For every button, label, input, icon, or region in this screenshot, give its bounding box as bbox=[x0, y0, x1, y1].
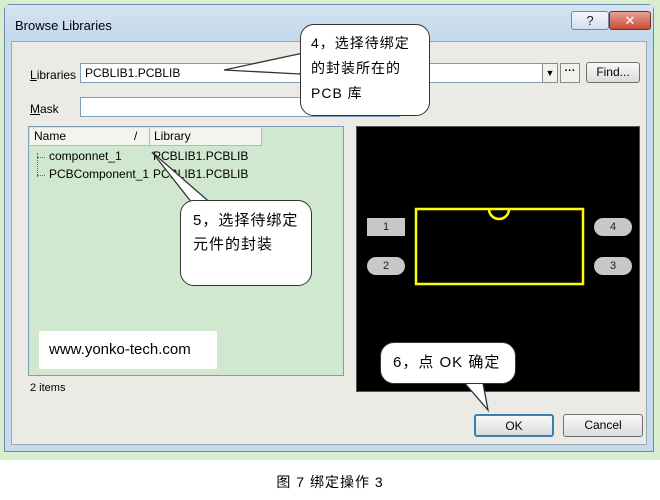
callout-6: 6，点 OK 确定 bbox=[380, 342, 516, 384]
watermark-text: www.yonko-tech.com bbox=[39, 331, 217, 369]
list-item-name[interactable]: componnet_1 bbox=[49, 149, 122, 163]
list-item-library[interactable]: PCBLIB1.PCBLIB bbox=[153, 167, 248, 181]
close-button[interactable]: ✕ bbox=[609, 11, 651, 30]
sort-indicator-icon: / bbox=[134, 129, 138, 143]
find-button-label: Find... bbox=[596, 65, 630, 79]
list-item-name[interactable]: PCBComponent_1 bbox=[49, 167, 149, 181]
callout-4: 4，选择待绑定的封装所在的 PCB 库 bbox=[300, 24, 430, 116]
help-button[interactable]: ? bbox=[571, 11, 609, 30]
column-header-library[interactable]: Library bbox=[150, 128, 262, 146]
mask-label: Mask bbox=[30, 102, 59, 116]
browse-libraries-button[interactable]: ··· bbox=[560, 63, 580, 83]
ellipsis-icon: ··· bbox=[564, 65, 576, 77]
column-name-label: Name bbox=[34, 129, 67, 143]
callout-5: 5，选择待绑定元件的封装 bbox=[180, 200, 312, 286]
chevron-down-icon: ▼ bbox=[545, 68, 555, 78]
libraries-dropdown-button[interactable]: ▼ bbox=[542, 63, 558, 83]
tree-branch bbox=[37, 157, 45, 158]
libraries-label: Libraries bbox=[30, 68, 77, 82]
outline-rect bbox=[414, 207, 585, 286]
column-header-name[interactable]: Name / bbox=[30, 128, 150, 146]
find-button[interactable]: Find... bbox=[586, 62, 640, 83]
window-title: Browse Libraries bbox=[15, 18, 112, 33]
list-item-library[interactable]: PCBLIB1.PCBLIB bbox=[153, 149, 248, 163]
pin1-notch bbox=[487, 208, 511, 221]
item-count: 2 items bbox=[30, 382, 66, 394]
ok-button[interactable]: OK bbox=[474, 414, 554, 437]
figure-caption: 图 7 绑定操作 3 bbox=[276, 474, 384, 490]
cancel-button[interactable]: Cancel bbox=[563, 414, 643, 437]
tree-branch bbox=[37, 175, 45, 176]
